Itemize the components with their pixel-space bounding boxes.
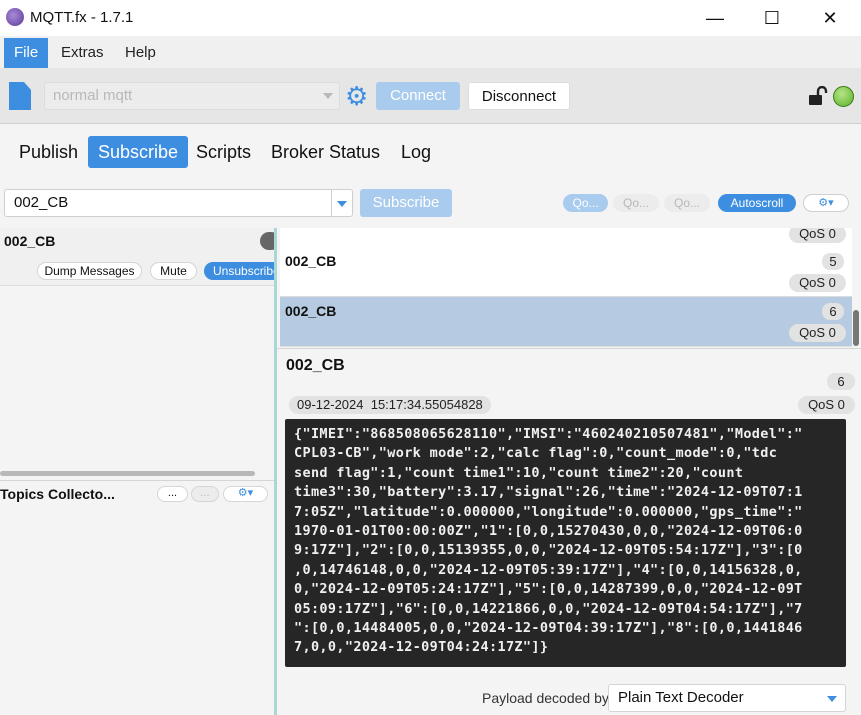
topic-history-dropdown[interactable] [331,189,353,217]
qos1-button[interactable]: Qo... [613,194,659,212]
message-item-selected[interactable]: 002_CB 6 QoS 0 [280,297,852,347]
connection-profile-value: normal mqtt [53,87,133,104]
connection-profile-select[interactable]: normal mqtt [44,82,340,110]
payload-view[interactable]: {"IMEI":"868508065628110","IMSI":"460240… [285,419,846,667]
qos2-button[interactable]: Qo... [664,194,710,212]
autoscroll-toggle[interactable]: Autoscroll [718,194,796,212]
close-button[interactable]: ✕ [801,0,859,36]
message-qos-badge: QoS 0 [789,228,846,243]
subscribe-topic-input[interactable]: 002_CB [4,189,332,217]
unsubscribe-button[interactable]: Unsubscribe [204,262,276,280]
gear-icon[interactable]: ⚙ [345,83,368,109]
chevron-down-icon [323,93,333,99]
topics-collector-scan-button[interactable]: ... [157,486,188,502]
qos0-button[interactable]: Qo... [563,194,608,212]
decoder-label: Payload decoded by [482,690,609,706]
message-item[interactable]: 002_CB 5 QoS 0 [280,247,852,297]
topics-collector-options-icon[interactable]: ⚙▾ [223,486,268,502]
unlocked-icon [809,86,828,105]
menu-extras[interactable]: Extras [51,38,114,68]
dump-messages-button[interactable]: Dump Messages [37,262,142,280]
panel-divider[interactable] [0,480,276,481]
message-qos-badge: QoS 0 [789,274,846,292]
subscription-entry[interactable]: 002_CB Dump Messages Mute Unsubscribe [0,228,276,286]
app-logo-icon [6,8,24,26]
payload-text[interactable]: {"IMEI":"868508065628110","IMSI":"460240… [294,425,842,658]
decoder-value: Plain Text Decoder [618,689,744,706]
detail-timestamp: 09-12-2024 15:17:34.55054828 [289,396,491,414]
maximize-button[interactable]: ☐ [743,0,801,36]
tab-scripts[interactable]: Scripts [186,136,261,168]
chevron-down-icon [827,696,837,702]
menu-bar: File Extras Help [0,36,861,68]
menu-file[interactable]: File [4,38,49,68]
connection-status-indicator [833,86,854,107]
payload-decoder-select[interactable]: Plain Text Decoder [608,684,846,712]
subscribe-options-icon[interactable]: ⚙▾ [803,194,849,212]
main-tabs: Publish Subscribe Scripts Broker Status … [0,124,861,184]
subscription-topic: 002_CB [4,233,56,249]
connect-button[interactable]: Connect [376,82,460,110]
tab-log[interactable]: Log [391,136,441,168]
subscriptions-panel: 002_CB Dump Messages Mute Unsubscribe To… [0,228,276,715]
detail-number-badge: 6 [827,373,855,390]
message-list: QoS 0 002_CB 5 QoS 0 002_CB 6 QoS 0 [280,228,852,348]
message-item[interactable]: QoS 0 [280,228,852,248]
tab-broker-status[interactable]: Broker Status [261,136,390,168]
message-list-scrollbar-thumb[interactable] [853,310,859,346]
new-file-icon[interactable] [9,82,31,110]
minimize-button[interactable]: — [686,0,744,36]
topics-collector-clear-button[interactable]: ... [191,486,219,502]
disconnect-button[interactable]: Disconnect [468,82,570,110]
message-topic: 002_CB [285,253,337,269]
connection-toolbar: normal mqtt Connect Disconnect [0,68,861,124]
message-qos-badge: QoS 0 [789,324,846,342]
title-bar: MQTT.fx - 1.7.1 — ☐ ✕ [0,0,861,36]
mute-button[interactable]: Mute [150,262,197,280]
detail-qos-badge: QoS 0 [798,396,855,414]
message-number-badge: 5 [822,253,844,270]
message-number-badge: 6 [822,303,844,320]
menu-help[interactable]: Help [115,38,166,68]
horizontal-scrollbar[interactable] [0,471,255,476]
detail-topic: 002_CB [286,357,345,374]
subscribe-button[interactable]: Subscribe [360,189,452,217]
message-detail: 002_CB 6 09-12-2024 15:17:34.55054828 Qo… [277,348,861,715]
tab-publish[interactable]: Publish [9,136,88,168]
tab-subscribe[interactable]: Subscribe [88,136,189,168]
message-topic: 002_CB [285,303,337,319]
window-title: MQTT.fx - 1.7.1 [30,9,134,26]
chevron-down-icon [337,201,347,207]
topics-collector-title: Topics Collecto... [0,486,115,502]
